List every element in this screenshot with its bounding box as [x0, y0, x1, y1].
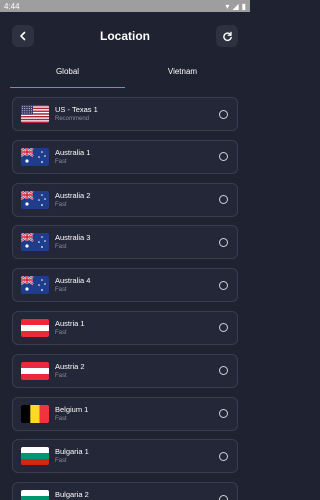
australia-flag-icon: [21, 190, 49, 209]
location-item[interactable]: Austria 2 Fast: [12, 353, 238, 388]
header: Location: [0, 12, 250, 60]
location-info: Australia 3 Fast: [55, 233, 219, 251]
belgium-flag-icon: [21, 404, 49, 423]
location-item[interactable]: Australia 1 Fast: [12, 139, 238, 174]
radio-button[interactable]: [219, 366, 228, 376]
location-speed: Fast: [55, 201, 67, 208]
radio-button[interactable]: [219, 494, 228, 500]
location-name: Austria 1: [55, 318, 85, 328]
location-item[interactable]: Australia 4 Fast: [12, 268, 238, 303]
bulgaria-flag-icon: [21, 490, 49, 500]
location-speed: Recommend: [55, 116, 90, 122]
radio-button[interactable]: [219, 409, 228, 419]
location-info: US - Texas 1 Recommend: [55, 105, 219, 123]
back-button[interactable]: [12, 25, 34, 47]
australia-flag-icon: [21, 233, 49, 252]
radio-button[interactable]: [219, 237, 228, 247]
radio-button[interactable]: [219, 451, 228, 461]
location-info: Australia 2 Fast: [55, 191, 219, 209]
radio-button[interactable]: [219, 152, 228, 162]
location-info: Australia 4 Fast: [55, 276, 219, 294]
location-speed: Fast: [55, 372, 67, 379]
location-item[interactable]: Australia 2 Fast: [12, 182, 238, 217]
location-info: Bulgaria 1 Fast: [55, 447, 219, 465]
location-item[interactable]: Bulgaria 2Fast: [12, 482, 238, 500]
radio-button[interactable]: [219, 195, 228, 205]
status-time: 4:44: [4, 1, 20, 11]
location-speed: Fast: [55, 158, 67, 165]
chevron-left-icon: [20, 31, 26, 41]
location-name: Bulgaria 2: [55, 490, 89, 500]
location-item[interactable]: Belgium 1 Fast: [12, 396, 238, 431]
australia-flag-icon: [21, 147, 49, 166]
location-name: Belgium 1: [55, 404, 89, 414]
location-info: Austria 2 Fast: [55, 362, 219, 380]
location-info: Bulgaria 2Fast: [55, 490, 219, 500]
location-name: Australia 2: [55, 190, 91, 200]
location-name: Australia 1: [55, 147, 91, 157]
location-name: Australia 3: [55, 233, 91, 243]
refresh-button[interactable]: [216, 25, 238, 47]
status-bar: 4:44 ▾ ◢ ▮: [0, 0, 250, 12]
location-item[interactable]: US - Texas 1 Recommend: [12, 97, 238, 131]
refresh-icon: [222, 31, 232, 41]
tab-vietnam[interactable]: Vietnam: [125, 60, 240, 88]
location-item[interactable]: Australia 3 Fast: [12, 225, 238, 260]
location-name: US - Texas 1: [55, 105, 98, 114]
location-speed: Fast: [55, 287, 67, 294]
location-name: Australia 4: [55, 276, 91, 286]
signal-icon: ◢: [232, 1, 239, 11]
wifi-icon: ▾: [225, 1, 230, 11]
radio-button[interactable]: [219, 109, 228, 119]
tab-bar: Global Vietnam: [10, 60, 240, 88]
location-name: Austria 2: [55, 361, 85, 371]
location-speed: Fast: [55, 415, 67, 422]
location-info: Australia 1 Fast: [55, 148, 219, 166]
battery-icon: ▮: [241, 1, 246, 11]
australia-flag-icon: [21, 276, 49, 295]
page-title: Location: [100, 29, 150, 43]
location-list: US - Texas 1 Recommend Australia 1 Fast Aust…: [0, 88, 250, 500]
us-flag-icon: [21, 105, 49, 123]
austria-flag-icon: [21, 318, 49, 337]
location-speed: Fast: [55, 458, 67, 465]
location-speed: Fast: [55, 244, 67, 251]
austria-flag-icon: [21, 361, 49, 380]
location-speed: Fast: [55, 329, 67, 336]
location-item[interactable]: Bulgaria 1 Fast: [12, 439, 238, 474]
location-info: Belgium 1 Fast: [55, 405, 219, 423]
location-item[interactable]: Austria 1 Fast: [12, 310, 238, 345]
radio-button[interactable]: [219, 323, 228, 333]
radio-button[interactable]: [219, 280, 228, 290]
bulgaria-flag-icon: [21, 447, 49, 466]
location-info: Austria 1 Fast: [55, 319, 219, 337]
tab-global[interactable]: Global: [10, 60, 125, 88]
location-name: Bulgaria 1: [55, 447, 89, 457]
